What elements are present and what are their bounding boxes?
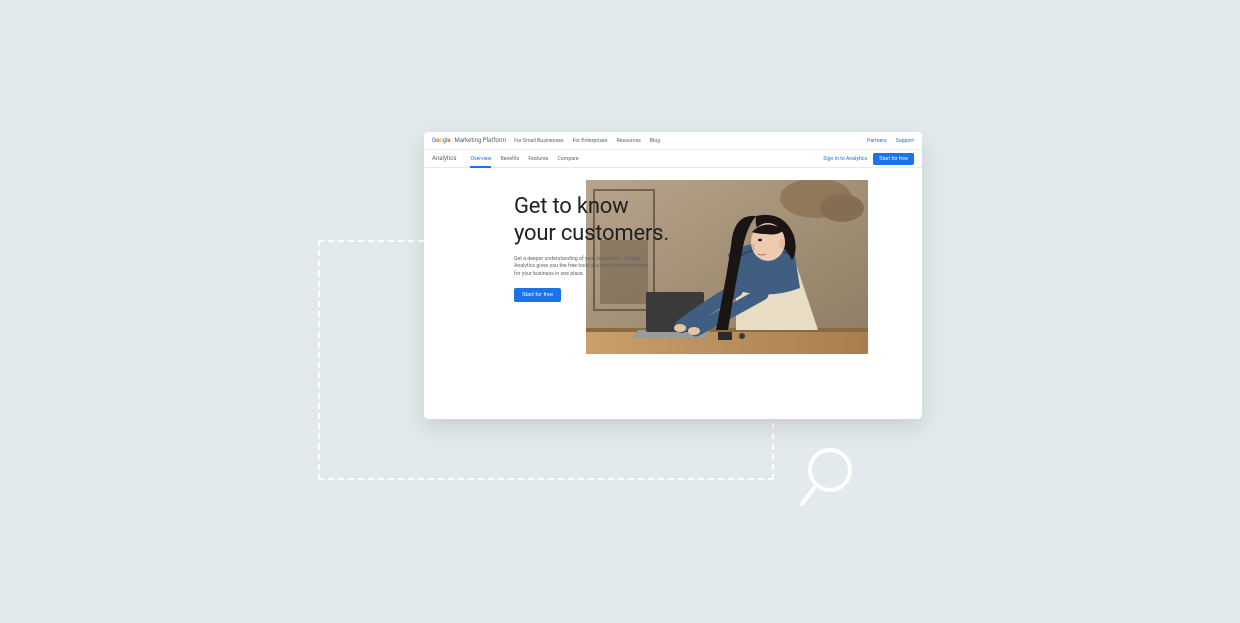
nav-link-enterprises[interactable]: For Enterprises [573,138,608,144]
browser-window: Google Marketing Platform For Small Busi… [424,132,922,419]
start-free-button-hero[interactable]: Start for free [514,288,561,302]
nav-link-blog[interactable]: Blog [650,138,660,144]
hero-section: Get to know your customers. Get a deeper… [424,168,922,419]
tab-benefits[interactable]: Benefits [500,150,519,167]
platform-name: Marketing Platform [455,137,507,144]
product-name: Analytics [432,155,456,162]
start-free-button-nav[interactable]: Start for free [873,153,914,165]
nav-link-support[interactable]: Support [896,138,914,144]
hero-text: Get to know your customers. Get a deeper… [514,180,674,419]
hero-title: Get to know your customers. [514,194,674,248]
top-nav-right: Partners Support [867,138,914,144]
search-icon [800,444,864,508]
nav-link-small-businesses[interactable]: For Small Businesses [514,138,564,144]
google-logo: Google [432,137,451,144]
top-nav-links: For Small Businesses For Enterprises Res… [514,138,660,144]
tab-compare[interactable]: Compare [557,150,578,167]
product-subnav: Analytics Overview Benefits Features Com… [424,150,922,168]
tab-features[interactable]: Features [528,150,548,167]
nav-link-resources[interactable]: Resources [616,138,640,144]
brand-logo[interactable]: Google Marketing Platform [432,137,506,144]
tab-overview[interactable]: Overview [470,150,491,167]
top-utility-nav: Google Marketing Platform For Small Busi… [424,132,922,150]
subnav-tabs: Overview Benefits Features Compare [470,150,578,167]
nav-link-partners[interactable]: Partners [867,138,887,144]
hero-subtitle: Get a deeper understanding of your custo… [514,256,654,279]
sign-in-link[interactable]: Sign in to Analytics [823,156,867,162]
